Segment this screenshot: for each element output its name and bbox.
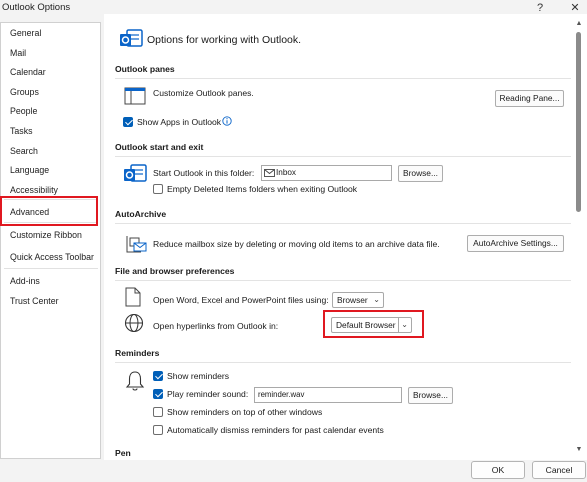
section-divider — [115, 78, 571, 79]
scroll-down-icon[interactable]: ▼ — [574, 446, 584, 453]
sidebar-item-groups[interactable]: Groups — [10, 87, 39, 97]
sidebar-item-trust-center[interactable]: Trust Center — [10, 296, 59, 306]
scroll-up-icon[interactable]: ▲ — [574, 20, 584, 27]
empty-deleted-label: Empty Deleted Items folders when exiting… — [167, 184, 358, 194]
options-sidebar: General Mail Calendar Groups People Task… — [0, 22, 101, 459]
content-scrollbar[interactable]: ▲ ▼ — [573, 20, 585, 458]
sidebar-item-accessibility[interactable]: Accessibility — [10, 185, 58, 195]
play-sound-label: Play reminder sound: — [167, 389, 249, 399]
empty-deleted-checkbox[interactable] — [153, 184, 163, 194]
highlight-hyperlinks — [323, 310, 424, 338]
sidebar-item-customize-ribbon[interactable]: Customize Ribbon — [10, 230, 82, 240]
section-file-browser: File and browser preferences — [115, 266, 235, 276]
sidebar-item-add-ins[interactable]: Add-ins — [10, 276, 40, 286]
sidebar-item-mail[interactable]: Mail — [10, 48, 26, 58]
outlook-start-icon — [124, 164, 147, 182]
show-apps-checkbox[interactable] — [123, 117, 133, 127]
auto-dismiss-checkbox[interactable] — [153, 425, 163, 435]
info-icon[interactable] — [222, 116, 232, 126]
autoarchive-settings-button[interactable]: AutoArchive Settings... — [467, 235, 564, 252]
sidebar-item-quick-access-toolbar[interactable]: Quick Access Toolbar — [10, 252, 94, 262]
on-top-checkbox[interactable] — [153, 407, 163, 417]
play-sound-checkbox[interactable] — [153, 389, 163, 399]
scroll-thumb[interactable] — [576, 32, 581, 212]
page-title: Options for working with Outlook. — [147, 34, 302, 46]
sidebar-item-tasks[interactable]: Tasks — [10, 126, 33, 136]
auto-dismiss-label: Automatically dismiss reminders for past… — [167, 425, 384, 435]
section-outlook-panes: Outlook panes — [115, 64, 175, 74]
reading-pane-button-label: Reading Pane... — [499, 93, 560, 103]
browse-label: Browse... — [413, 390, 448, 400]
on-top-label: Show reminders on top of other windows — [167, 407, 323, 417]
section-start-exit: Outlook start and exit — [115, 142, 204, 152]
start-folder-label: Start Outlook in this folder: — [153, 168, 255, 178]
window-title: Outlook Options — [2, 2, 71, 13]
section-reminders: Reminders — [115, 348, 160, 358]
section-divider — [115, 362, 571, 363]
highlight-advanced — [0, 196, 98, 226]
sidebar-item-language[interactable]: Language — [10, 165, 49, 175]
show-reminders-checkbox[interactable] — [153, 371, 163, 381]
start-folder-browse-button[interactable]: Browse... — [398, 165, 443, 182]
show-apps-label: Show Apps in Outlook — [137, 117, 222, 127]
panes-icon — [124, 87, 146, 105]
autoarchive-description: Reduce mailbox size by deleting or movin… — [153, 239, 440, 249]
bell-icon — [125, 371, 145, 391]
section-autoarchive: AutoArchive — [115, 209, 167, 219]
sidebar-item-people[interactable]: People — [10, 106, 37, 116]
outlook-options-icon — [120, 29, 143, 47]
sidebar-divider — [4, 268, 98, 269]
section-divider — [115, 280, 571, 281]
start-folder-field[interactable]: Inbox — [261, 165, 392, 181]
show-reminders-label: Show reminders — [167, 371, 230, 381]
reminder-sound-browse-button[interactable]: Browse... — [408, 387, 453, 404]
reading-pane-button[interactable]: Reading Pane... — [495, 90, 564, 107]
globe-icon — [124, 313, 144, 333]
sidebar-item-calendar[interactable]: Calendar — [10, 67, 46, 77]
section-pen: Pen — [115, 448, 131, 458]
browse-label: Browse... — [403, 168, 438, 178]
section-divider — [115, 223, 571, 224]
sidebar-item-general[interactable]: General — [10, 28, 41, 38]
envelope-icon — [264, 169, 275, 177]
reminder-sound-field[interactable]: reminder.wav — [254, 387, 402, 403]
document-icon — [125, 287, 141, 307]
start-folder-value: Inbox — [276, 168, 297, 177]
chevron-down-icon: ⌄ — [373, 295, 380, 304]
cancel-button[interactable]: Cancel — [532, 461, 586, 479]
options-content: Options for working with Outlook. Outloo… — [104, 14, 587, 460]
sidebar-item-search[interactable]: Search — [10, 146, 38, 156]
open-files-label: Open Word, Excel and PowerPoint files us… — [153, 295, 329, 305]
reminder-sound-value: reminder.wav — [258, 390, 305, 399]
ok-button[interactable]: OK — [471, 461, 525, 479]
archive-icon — [126, 236, 147, 253]
open-files-value: Browser — [337, 295, 368, 305]
hyperlinks-label: Open hyperlinks from Outlook in: — [153, 321, 279, 331]
customize-panes-text: Customize Outlook panes. — [153, 88, 254, 98]
autoarchive-settings-label: AutoArchive Settings... — [473, 238, 558, 248]
open-files-select[interactable]: Browser ⌄ — [332, 292, 384, 308]
section-divider — [115, 156, 571, 157]
